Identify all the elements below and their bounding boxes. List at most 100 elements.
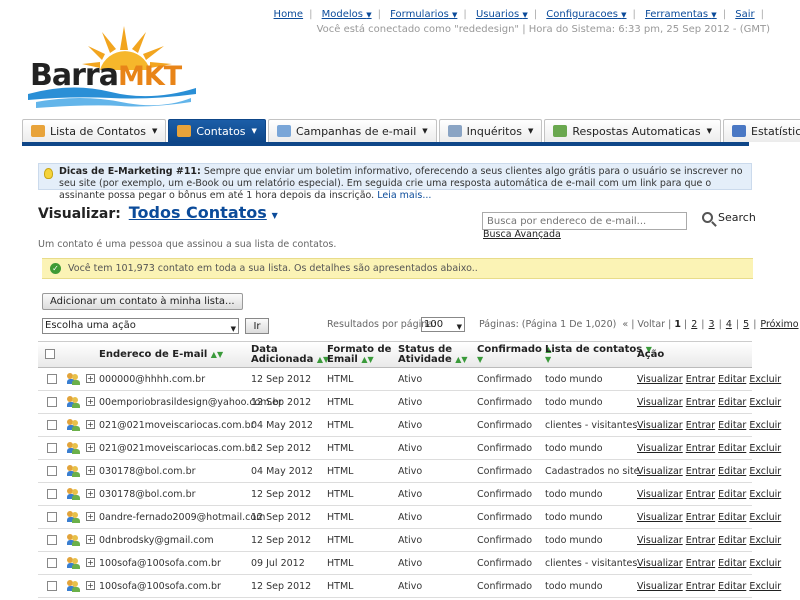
row-actions: Visualizar Entrar Editar Excluir bbox=[637, 420, 781, 431]
row-checkbox[interactable] bbox=[47, 397, 57, 407]
edit-link[interactable]: Editar bbox=[718, 443, 746, 454]
tab-contatos[interactable]: Contatos ▼ bbox=[168, 119, 266, 142]
tab-campanhas-de-email[interactable]: Campanhas de e-mail ▼ bbox=[267, 119, 437, 142]
edit-link[interactable]: Editar bbox=[718, 374, 746, 385]
enter-link[interactable]: Entrar bbox=[686, 420, 715, 431]
col-date[interactable]: Data Adicionada ▲▼ bbox=[251, 345, 329, 365]
expand-plus-icon[interactable]: + bbox=[86, 489, 95, 498]
view-dropdown[interactable]: Todos Contatos bbox=[129, 203, 267, 222]
cell-format: HTML bbox=[327, 466, 354, 477]
col-email[interactable]: Endereco de E-mail ▲▼ bbox=[99, 350, 223, 360]
row-checkbox[interactable] bbox=[47, 443, 57, 453]
edit-link[interactable]: Editar bbox=[718, 466, 746, 477]
row-checkbox[interactable] bbox=[47, 558, 57, 568]
delete-link[interactable]: Excluir bbox=[749, 443, 781, 454]
read-more-link[interactable]: Leia mais... bbox=[377, 190, 431, 201]
advanced-search-link[interactable]: Busca Avançada bbox=[483, 229, 561, 240]
enter-link[interactable]: Entrar bbox=[686, 466, 715, 477]
pager-prev[interactable]: « | Voltar | bbox=[622, 319, 671, 330]
go-button[interactable]: Ir bbox=[245, 318, 269, 334]
edit-link[interactable]: Editar bbox=[718, 397, 746, 408]
delete-link[interactable]: Excluir bbox=[749, 558, 781, 569]
expand-plus-icon[interactable]: + bbox=[86, 397, 95, 406]
enter-link[interactable]: Entrar bbox=[686, 443, 715, 454]
delete-link[interactable]: Excluir bbox=[749, 466, 781, 477]
edit-link[interactable]: Editar bbox=[718, 581, 746, 592]
enter-link[interactable]: Entrar bbox=[686, 489, 715, 500]
expand-plus-icon[interactable]: + bbox=[86, 512, 95, 521]
view-link[interactable]: Visualizar bbox=[637, 466, 683, 477]
edit-link[interactable]: Editar bbox=[718, 558, 746, 569]
view-selector: Visualizar: Todos Contatos ▼ bbox=[38, 203, 278, 222]
tab-lista-de-contatos[interactable]: Lista de Contatos ▼ bbox=[22, 119, 167, 142]
select-all-checkbox[interactable] bbox=[45, 349, 55, 359]
nav-ferramentas-link[interactable]: Ferramentas ▼ bbox=[645, 9, 717, 20]
per-page-select[interactable]: 100 ▼ bbox=[421, 317, 465, 332]
expand-plus-icon[interactable]: + bbox=[86, 443, 95, 452]
nav-home-link[interactable]: Home bbox=[274, 9, 304, 20]
view-link[interactable]: Visualizar bbox=[637, 420, 683, 431]
tab-estatisticas[interactable]: Estatísticas▼ bbox=[723, 119, 800, 142]
expand-plus-icon[interactable]: + bbox=[86, 535, 95, 544]
nav-usuarios-link[interactable]: Usuarios ▼ bbox=[476, 9, 528, 20]
expand-plus-icon[interactable]: + bbox=[86, 374, 95, 383]
col-status[interactable]: Status de Atividade ▲▼ bbox=[398, 345, 468, 365]
view-link[interactable]: Visualizar bbox=[637, 535, 683, 546]
brand-logo[interactable]: BarraMKT bbox=[26, 20, 196, 110]
view-link[interactable]: Visualizar bbox=[637, 443, 683, 454]
expand-plus-icon[interactable]: + bbox=[86, 581, 95, 590]
pager-next[interactable]: Próximo bbox=[760, 319, 798, 330]
row-checkbox[interactable] bbox=[47, 489, 57, 499]
nav-sair-link[interactable]: Sair bbox=[735, 9, 754, 20]
enter-link[interactable]: Entrar bbox=[686, 581, 715, 592]
row-checkbox[interactable] bbox=[47, 420, 57, 430]
delete-link[interactable]: Excluir bbox=[749, 420, 781, 431]
add-contact-button[interactable]: Adicionar um contato à minha lista... bbox=[42, 293, 243, 310]
delete-link[interactable]: Excluir bbox=[749, 581, 781, 592]
tab-inqueritos[interactable]: Inquéritos ▼ bbox=[438, 119, 543, 142]
view-link[interactable]: Visualizar bbox=[637, 558, 683, 569]
row-checkbox[interactable] bbox=[47, 466, 57, 476]
expand-plus-icon[interactable]: + bbox=[86, 466, 95, 475]
edit-link[interactable]: Editar bbox=[718, 535, 746, 546]
delete-link[interactable]: Excluir bbox=[749, 535, 781, 546]
tab-respostas-automaticas[interactable]: Respostas Automaticas ▼ bbox=[544, 119, 721, 142]
bulk-action-select[interactable]: Escolha uma ação ▼ bbox=[42, 318, 239, 334]
nav-formularios-link[interactable]: Formularios ▼ bbox=[390, 9, 457, 20]
enter-link[interactable]: Entrar bbox=[686, 374, 715, 385]
col-format[interactable]: Formato de Email ▲▼ bbox=[327, 345, 391, 365]
delete-link[interactable]: Excluir bbox=[749, 374, 781, 385]
pager-page-4[interactable]: 4 bbox=[726, 319, 732, 330]
delete-link[interactable]: Excluir bbox=[749, 397, 781, 408]
view-link[interactable]: Visualizar bbox=[637, 581, 683, 592]
delete-link[interactable]: Excluir bbox=[749, 489, 781, 500]
search-button[interactable]: Search bbox=[702, 211, 756, 224]
view-link[interactable]: Visualizar bbox=[637, 397, 683, 408]
delete-link[interactable]: Excluir bbox=[749, 512, 781, 523]
enter-link[interactable]: Entrar bbox=[686, 535, 715, 546]
enter-link[interactable]: Entrar bbox=[686, 558, 715, 569]
pager-page-2[interactable]: 2 bbox=[691, 319, 697, 330]
nav-modelos-link[interactable]: Modelos ▼ bbox=[322, 9, 372, 20]
view-link[interactable]: Visualizar bbox=[637, 489, 683, 500]
pager-page-5[interactable]: 5 bbox=[743, 319, 749, 330]
enter-link[interactable]: Entrar bbox=[686, 512, 715, 523]
col-confirmed[interactable]: Confirmado ▲ ▼ bbox=[477, 345, 552, 365]
edit-link[interactable]: Editar bbox=[718, 420, 746, 431]
enter-link[interactable]: Entrar bbox=[686, 397, 715, 408]
edit-link[interactable]: Editar bbox=[718, 489, 746, 500]
search-input[interactable] bbox=[482, 212, 687, 230]
view-link[interactable]: Visualizar bbox=[637, 512, 683, 523]
row-checkbox[interactable] bbox=[47, 374, 57, 384]
expand-plus-icon[interactable]: + bbox=[86, 558, 95, 567]
view-link[interactable]: Visualizar bbox=[637, 374, 683, 385]
nav-configuracoes-link[interactable]: Configuracoes ▼ bbox=[546, 9, 626, 20]
row-checkbox[interactable] bbox=[47, 535, 57, 545]
edit-link[interactable]: Editar bbox=[718, 512, 746, 523]
pager-page-3[interactable]: 3 bbox=[709, 319, 715, 330]
col-list[interactable]: Lista de contatos ▼ ▼ bbox=[545, 345, 652, 365]
row-checkbox[interactable] bbox=[47, 581, 57, 591]
chevron-down-icon: ▼ bbox=[706, 127, 712, 135]
expand-plus-icon[interactable]: + bbox=[86, 420, 95, 429]
row-checkbox[interactable] bbox=[47, 512, 57, 522]
